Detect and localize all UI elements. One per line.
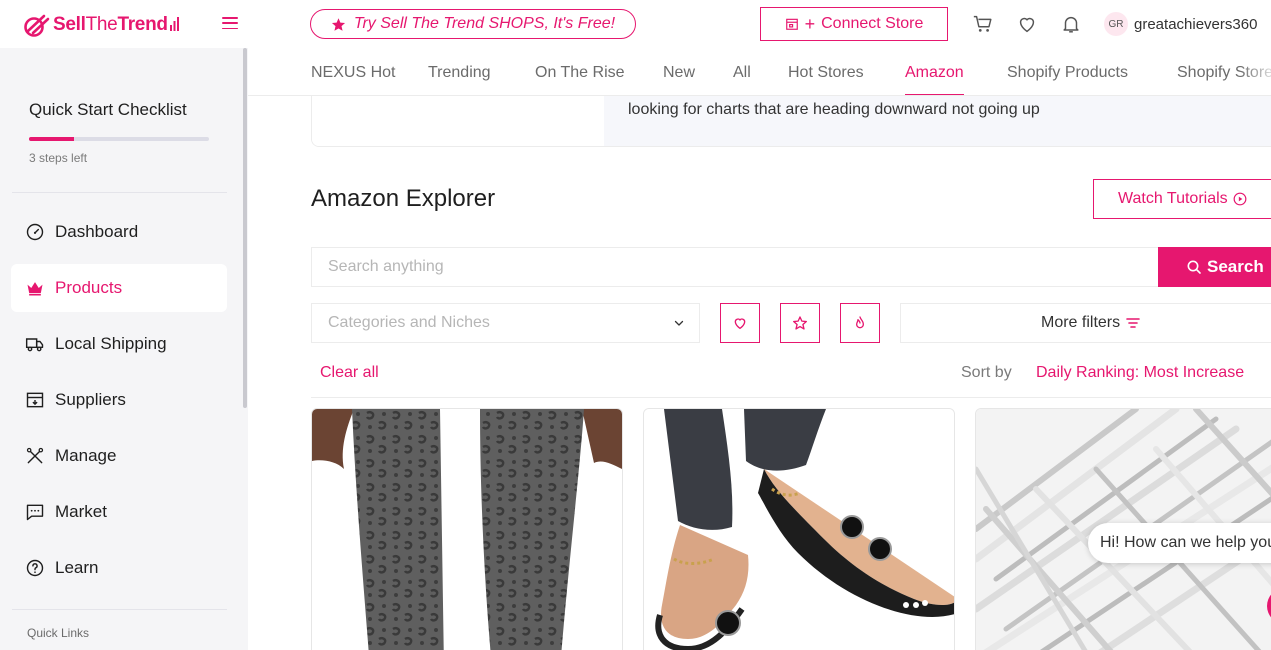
watch-tutorials-label: Watch Tutorials bbox=[1118, 190, 1228, 207]
checklist-progress-fill bbox=[29, 137, 74, 141]
tab-hot-stores[interactable]: Hot Stores bbox=[788, 64, 864, 82]
tab-new[interactable]: New bbox=[663, 64, 695, 82]
truck-icon bbox=[25, 338, 44, 352]
sidebar-item-dashboard[interactable]: Dashboard bbox=[11, 208, 227, 256]
tab-nexus-hot[interactable]: NEXUS Hot bbox=[311, 64, 395, 82]
plus-icon: + bbox=[804, 14, 816, 34]
cart-icon[interactable] bbox=[972, 13, 994, 35]
sidebar-scrollbar[interactable] bbox=[243, 48, 247, 408]
sidebar-item-label: Learn bbox=[55, 558, 99, 577]
more-filters-label: More filters bbox=[1041, 314, 1121, 331]
star-icon bbox=[331, 17, 345, 31]
sidebar: Quick Start Checklist 3 steps left Dashb… bbox=[0, 48, 248, 650]
bell-icon[interactable] bbox=[1060, 13, 1082, 35]
sidebar-divider bbox=[12, 192, 227, 193]
star-icon bbox=[793, 316, 807, 330]
favorites-filter-button[interactable] bbox=[720, 303, 760, 343]
help-icon bbox=[26, 559, 44, 577]
product-card[interactable] bbox=[311, 408, 623, 650]
search-button[interactable]: Search bbox=[1158, 247, 1271, 287]
tab-trending[interactable]: Trending bbox=[428, 64, 491, 82]
sidebar-item-market[interactable]: Market bbox=[11, 488, 227, 536]
logo-mark-icon bbox=[24, 14, 50, 37]
sidebar-item-products[interactable]: Products bbox=[11, 264, 227, 312]
promo-text: Try Sell The Trend SHOPS, It's Free! bbox=[353, 15, 616, 32]
crown-icon bbox=[27, 282, 43, 296]
results-divider bbox=[311, 397, 1271, 398]
sort-select[interactable]: Daily Ranking: Most Increase bbox=[1036, 364, 1244, 382]
categories-select-placeholder: Categories and Niches bbox=[328, 314, 490, 331]
sort-by-label: Sort by bbox=[961, 364, 1012, 381]
sidebar-item-label: Market bbox=[55, 502, 107, 521]
sidebar-item-label: Dashboard bbox=[55, 222, 139, 241]
watch-tutorials-button[interactable]: Watch Tutorials bbox=[1093, 179, 1271, 219]
sidebar-item-label: Products bbox=[55, 278, 123, 297]
checklist-title[interactable]: Quick Start Checklist bbox=[29, 100, 187, 120]
gauge-icon bbox=[26, 223, 44, 241]
box-icon bbox=[26, 392, 44, 408]
connect-store-label: Connect Store bbox=[821, 15, 924, 32]
info-card-text: looking for charts that are heading down… bbox=[628, 101, 1040, 118]
flame-icon bbox=[856, 316, 864, 329]
info-card: looking for charts that are heading down… bbox=[311, 96, 1271, 147]
play-circle-icon bbox=[1233, 192, 1247, 206]
promo-banner-button[interactable]: Try Sell The Trend SHOPS, It's Free! bbox=[310, 9, 636, 39]
tab-shopify-products[interactable]: Shopify Products bbox=[1007, 64, 1128, 82]
sidebar-item-suppliers[interactable]: Suppliers bbox=[11, 376, 227, 424]
search-input[interactable] bbox=[311, 247, 1158, 287]
tab-on-the-rise[interactable]: On The Rise bbox=[535, 64, 625, 82]
store-icon bbox=[785, 18, 798, 30]
search-button-label: Search bbox=[1207, 257, 1264, 276]
product-image-sandals bbox=[644, 409, 954, 650]
checklist-steps-left: 3 steps left bbox=[29, 151, 88, 165]
sidebar-item-manage[interactable]: Manage bbox=[11, 432, 227, 480]
product-image-leggings bbox=[312, 409, 622, 650]
more-filters-button[interactable]: More filters bbox=[900, 303, 1271, 343]
avatar: GR bbox=[1104, 12, 1128, 36]
sidebar-item-label: Local Shipping bbox=[55, 334, 167, 353]
sidebar-item-label: Suppliers bbox=[55, 390, 126, 409]
categories-select[interactable]: Categories and Niches bbox=[311, 303, 700, 343]
heart-icon[interactable] bbox=[1016, 13, 1038, 35]
logo-wordmark: SellTheTrend bbox=[53, 14, 179, 36]
chevron-down-icon bbox=[674, 320, 684, 326]
starred-filter-button[interactable] bbox=[780, 303, 820, 343]
product-card[interactable] bbox=[643, 408, 955, 650]
sidebar-divider bbox=[12, 609, 227, 610]
clear-all-link[interactable]: Clear all bbox=[320, 364, 379, 382]
page-title: Amazon Explorer bbox=[311, 185, 496, 212]
tab-amazon[interactable]: Amazon bbox=[905, 64, 964, 95]
sidebar-item-local-shipping[interactable]: Local Shipping bbox=[11, 320, 227, 368]
menu-icon[interactable] bbox=[222, 15, 238, 31]
top-bar: SellTheTrend Try Sell The Trend SHOPS, I… bbox=[0, 0, 1271, 48]
sidebar-item-label: Manage bbox=[55, 446, 117, 465]
heart-icon bbox=[734, 318, 746, 330]
sidebar-item-learn[interactable]: Learn bbox=[11, 544, 227, 592]
logo[interactable]: SellTheTrend bbox=[24, 12, 179, 38]
info-card-left bbox=[312, 96, 604, 146]
username: greatachievers360 bbox=[1134, 15, 1258, 33]
hot-filter-button[interactable] bbox=[840, 303, 880, 343]
chat-greeting-bubble[interactable]: Hi! How can we help you? bbox=[1088, 523, 1271, 563]
category-tabs: NEXUS Hot Trending On The Rise New All H… bbox=[248, 48, 1271, 96]
chat-icon bbox=[26, 504, 44, 521]
checklist-progress-bar bbox=[29, 137, 209, 141]
tools-icon bbox=[26, 447, 44, 464]
user-menu[interactable]: GR greatachievers360 bbox=[1104, 12, 1257, 36]
filter-lines-icon bbox=[1126, 318, 1140, 328]
connect-store-button[interactable]: + Connect Store bbox=[760, 7, 948, 41]
tab-all[interactable]: All bbox=[733, 64, 751, 82]
search-icon bbox=[1187, 260, 1201, 274]
tab-shopify-stores[interactable]: Shopify Stores bbox=[1177, 64, 1271, 82]
quick-links-heading: Quick Links bbox=[27, 626, 90, 640]
